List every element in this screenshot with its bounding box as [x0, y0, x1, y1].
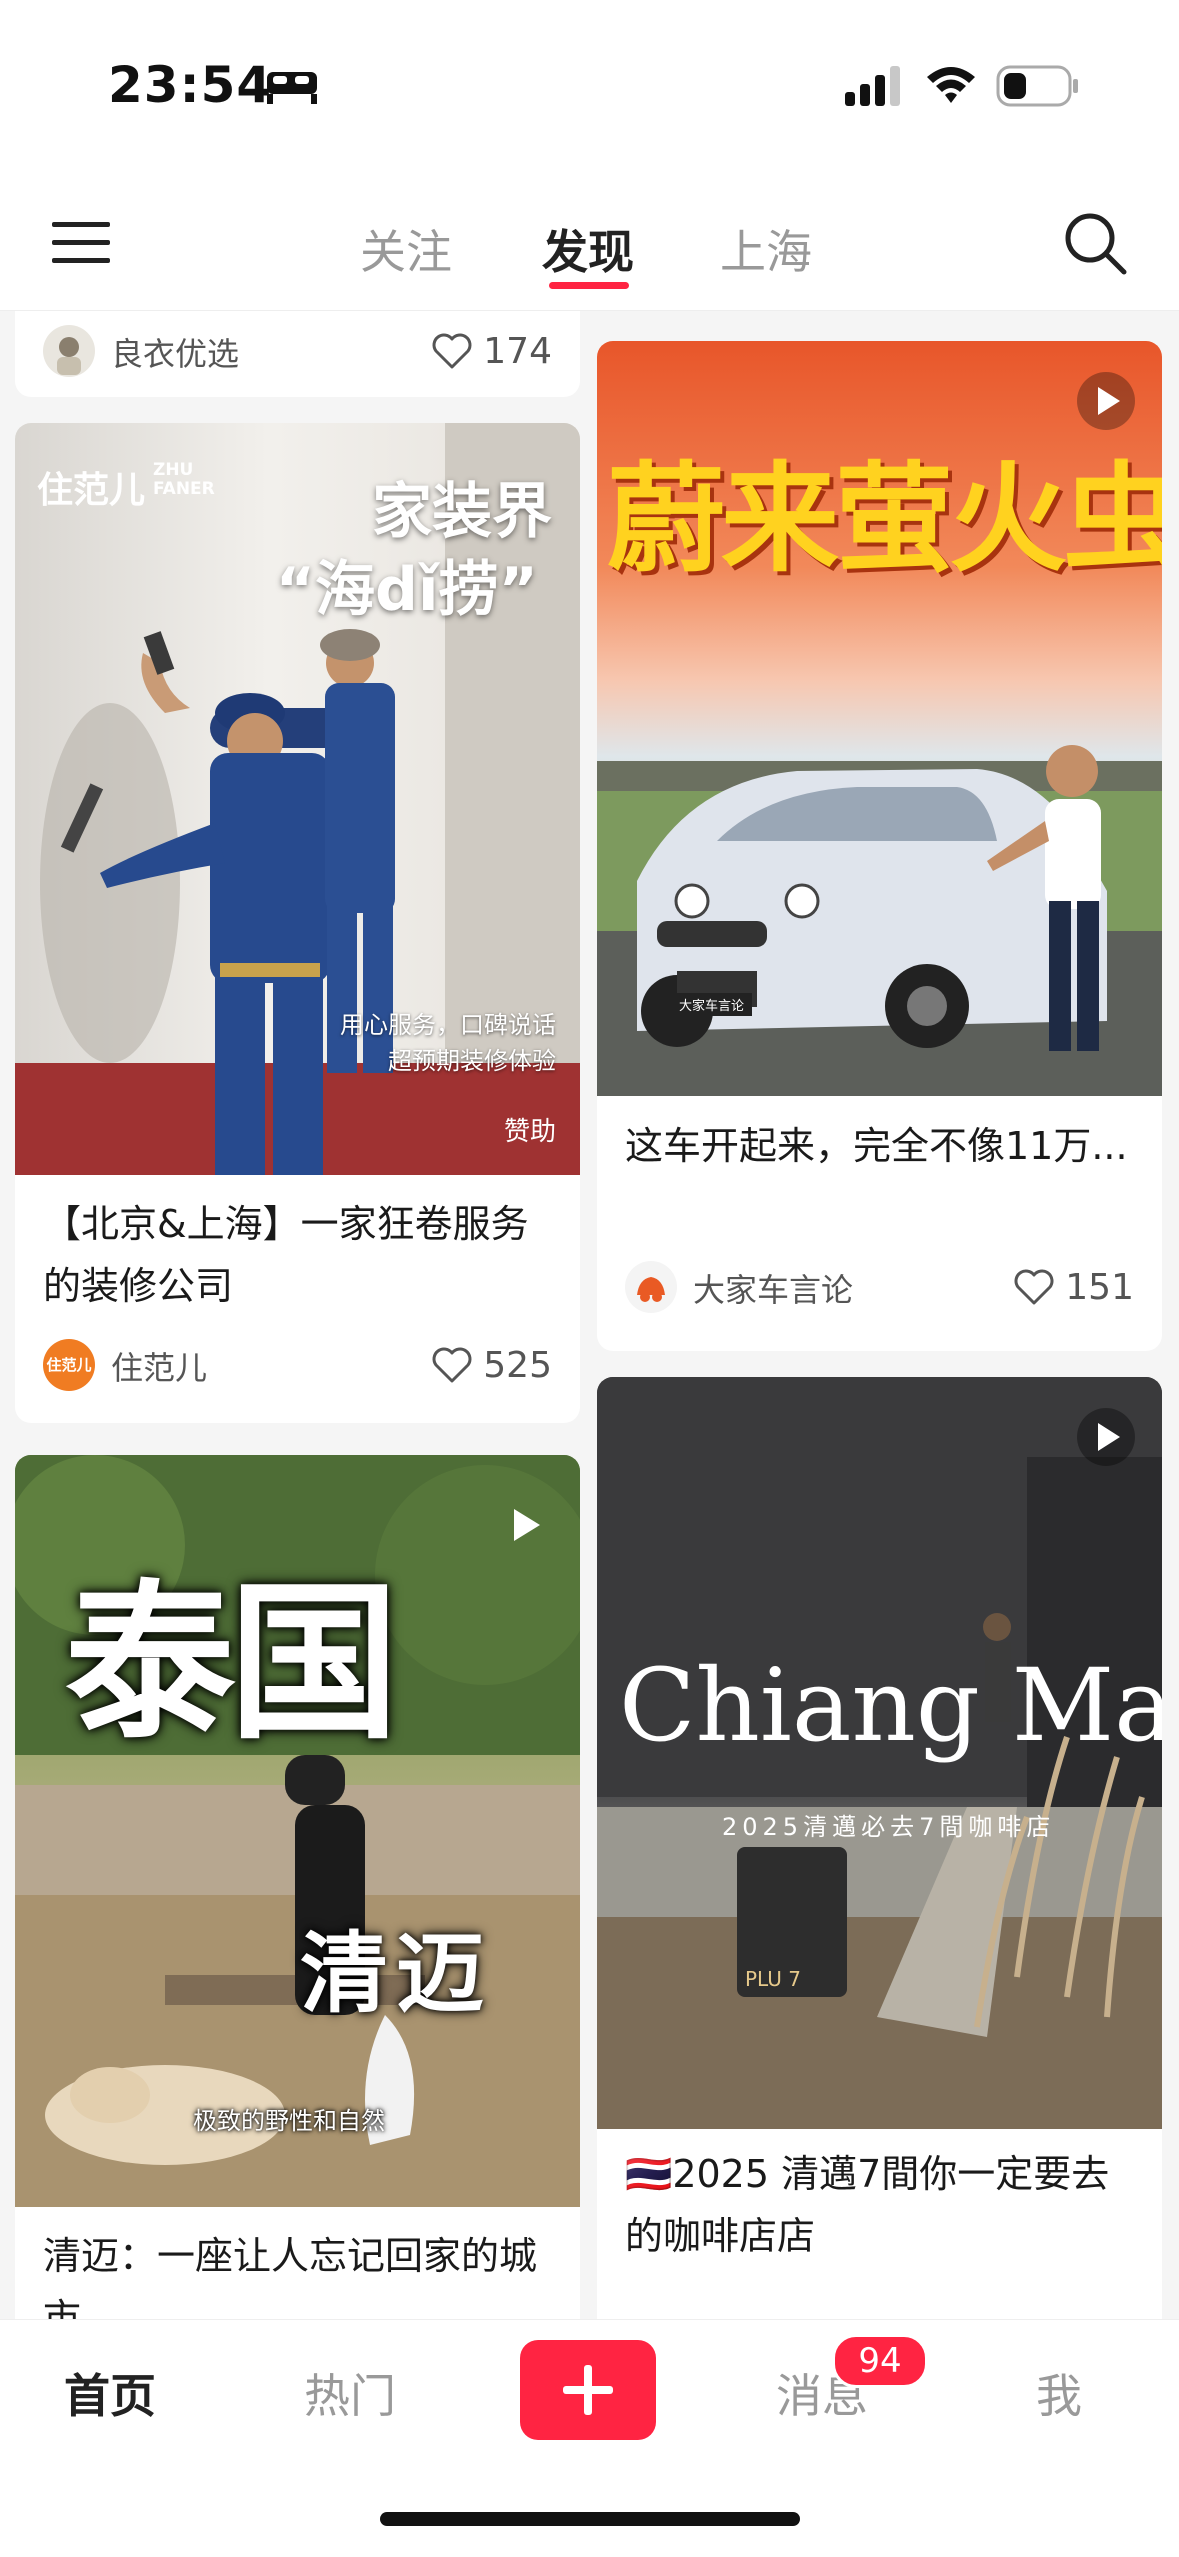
- author-row: 大家车言论 151: [625, 1257, 1134, 1317]
- cover-headline: 清迈: [300, 1922, 493, 2025]
- author-avatar: [43, 325, 95, 377]
- status-bar: 23:54: [0, 0, 1179, 170]
- video-play-icon: [1077, 1408, 1135, 1466]
- feed-card[interactable]: 良衣优选 174: [15, 311, 580, 397]
- card-title[interactable]: 这车开起来，完全不像11万...: [625, 1115, 1138, 1239]
- like-button[interactable]: 174: [431, 325, 552, 377]
- top-navigation: 关注 发现 上海: [0, 170, 1179, 311]
- author-avatar: [625, 1261, 677, 1313]
- feed-card[interactable]: 泰国 清迈 极致的野性和自然 清迈：一座让人忘记回家的城市: [15, 1455, 580, 2319]
- feed: 良衣优选 174 住范儿 ZHU FANER 家装界 “海dǐ捞” 用心服务，口…: [0, 311, 1179, 2319]
- plus-icon: [563, 2365, 613, 2415]
- author-row: 住范儿 住范儿 525: [43, 1335, 552, 1395]
- video-play-icon: [1077, 372, 1135, 430]
- tab-following[interactable]: 关注: [360, 216, 452, 282]
- cover-slogan: 超预期装修体验: [388, 1047, 556, 1075]
- cover-headline: 蔚来萤火虫: [607, 450, 1162, 588]
- wifi-icon: [927, 67, 975, 103]
- feed-card[interactable]: 住范儿 ZHU FANER 家装界 “海dǐ捞” 用心服务，口碑说话 超预期装修…: [15, 423, 580, 1423]
- author-name[interactable]: 良衣优选: [111, 329, 239, 375]
- author-avatar: 住范儿: [43, 1339, 95, 1391]
- license-plate: 大家车言论: [671, 993, 753, 1016]
- like-button[interactable]: 151: [1013, 1261, 1134, 1313]
- cover-image[interactable]: 泰国 清迈 极致的野性和自然: [15, 1455, 580, 2207]
- card-title[interactable]: 清迈：一座让人忘记回家的城市: [43, 2225, 556, 2319]
- cover-headline: Chiang Mai: [619, 1647, 1162, 1764]
- tab-home[interactable]: 首页: [64, 2360, 156, 2426]
- like-count: 174: [483, 330, 552, 372]
- cover-image[interactable]: Chiang Mai 2025清邁必去7間咖啡店 PLU 7: [597, 1377, 1162, 2129]
- cellular-signal-icon: [845, 66, 900, 106]
- sponsored-tag: 赞助: [503, 1117, 556, 1147]
- cover-slogan: 用心服务，口碑说话: [340, 1011, 556, 1039]
- menu-icon[interactable]: [52, 220, 110, 266]
- add-post-button[interactable]: [520, 2340, 656, 2440]
- search-icon[interactable]: [1062, 210, 1128, 276]
- cover-brand: 住范儿: [37, 470, 146, 511]
- author-row: 良衣优选 174: [43, 321, 552, 381]
- battery-icon: [996, 65, 1078, 107]
- home-indicator: [380, 2512, 800, 2526]
- tab-hot[interactable]: 热门: [304, 2360, 396, 2426]
- cover-subtitle: 2025清邁必去7間咖啡店: [722, 1813, 1056, 1841]
- like-button[interactable]: 525: [431, 1339, 552, 1391]
- cover-brand-en: ZHU FANER: [153, 460, 215, 499]
- card-title[interactable]: 🇹🇭2025 清邁7間你一定要去的咖啡店店: [625, 2143, 1138, 2267]
- feed-card[interactable]: 蔚来萤火虫 大家车言论 这车开起来，完全不像11万... 大家车言论 151: [597, 341, 1162, 1351]
- author-name[interactable]: 大家车言论: [693, 1265, 853, 1311]
- author-name[interactable]: 住范儿: [111, 1343, 207, 1389]
- like-count: 525: [483, 1344, 552, 1386]
- heart-icon: [432, 333, 472, 369]
- status-time: 23:54: [108, 56, 273, 114]
- tab-me[interactable]: 我: [1036, 2360, 1082, 2426]
- heart-icon: [1014, 1269, 1054, 1305]
- cover-image[interactable]: 蔚来萤火虫 大家车言论: [597, 341, 1162, 1096]
- video-play-icon: [514, 1509, 540, 1541]
- tab-shanghai[interactable]: 上海: [720, 216, 812, 282]
- heart-icon: [432, 1347, 472, 1383]
- cover-headline: 家装界: [372, 477, 552, 547]
- cover-image[interactable]: 住范儿 ZHU FANER 家装界 “海dǐ捞” 用心服务，口碑说话 超预期装修…: [15, 423, 580, 1175]
- tab-discover[interactable]: 发现: [542, 216, 634, 282]
- active-tab-indicator: [549, 282, 629, 289]
- cover-caption: 极致的野性和自然: [193, 2107, 385, 2135]
- cafe-sign: PLU 7: [745, 1967, 801, 1991]
- sleep-focus-icon: [267, 72, 317, 104]
- cover-headline: 泰国: [65, 1565, 399, 1763]
- feed-card[interactable]: Chiang Mai 2025清邁必去7間咖啡店 PLU 7 🇹🇭2025 清邁…: [597, 1377, 1162, 2319]
- like-count: 151: [1065, 1266, 1134, 1308]
- cover-headline: “海dǐ捞”: [275, 555, 538, 625]
- messages-badge: 94: [832, 2334, 928, 2388]
- card-title[interactable]: 【北京&上海】一家狂卷服务的装修公司: [43, 1193, 556, 1317]
